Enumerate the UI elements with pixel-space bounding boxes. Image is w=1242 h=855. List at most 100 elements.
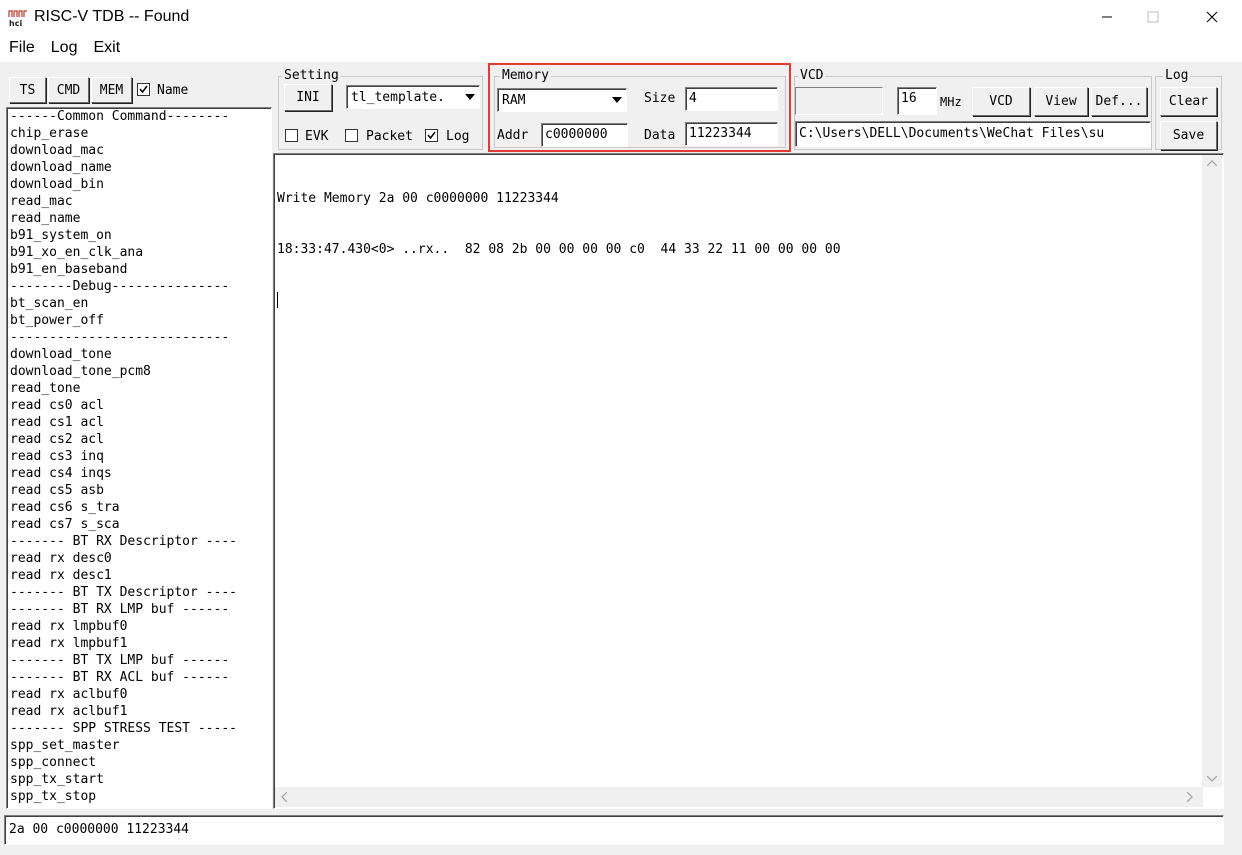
clear-button[interactable]: Clear xyxy=(1160,87,1217,116)
command-list-item[interactable]: read cs2 acl xyxy=(7,431,271,448)
tab-mem[interactable]: MEM xyxy=(91,77,132,103)
log-line: 18:33:47.430<0> ..rx.. 82 08 2b 00 00 00… xyxy=(277,242,841,257)
log-checkbox-label: Log xyxy=(446,129,470,144)
command-list-item[interactable]: b91_en_baseband xyxy=(7,261,271,278)
command-list-item[interactable]: download_tone_pcm8 xyxy=(7,363,271,380)
chevron-down-icon[interactable] xyxy=(1207,776,1217,782)
command-list-item[interactable]: read rx desc0 xyxy=(7,550,271,567)
command-list-item[interactable]: b91_system_on xyxy=(7,227,271,244)
command-list-item[interactable]: ------- BT RX LMP buf ------ xyxy=(7,601,271,618)
ini-button[interactable]: INI xyxy=(284,84,332,111)
command-list-item[interactable]: --------Debug--------------- xyxy=(7,278,271,295)
freq-input[interactable]: 16 xyxy=(897,87,937,115)
save-button[interactable]: Save xyxy=(1160,121,1217,150)
memory-type-dropdown-button[interactable] xyxy=(608,90,625,109)
log-group-label: Log xyxy=(1163,68,1191,83)
maximize-icon xyxy=(1147,11,1159,23)
size-label: Size xyxy=(644,91,676,106)
checkmark-icon xyxy=(427,131,436,140)
command-list-item[interactable]: read_tone xyxy=(7,380,271,397)
menu-bar: File Log Exit xyxy=(0,34,1242,62)
close-button[interactable] xyxy=(1189,0,1235,34)
command-list-item[interactable]: ------Common Command-------- xyxy=(7,108,271,125)
command-list-item[interactable]: chip_erase xyxy=(7,125,271,142)
command-list-item[interactable]: read rx lmpbuf1 xyxy=(7,635,271,652)
chevron-down-icon xyxy=(464,93,475,100)
menu-log[interactable]: Log xyxy=(51,39,78,57)
command-input[interactable]: 2a 00 c0000000 11223344 xyxy=(4,815,1224,845)
command-list-item[interactable]: bt_scan_en xyxy=(7,295,271,312)
command-list-item[interactable]: read rx aclbuf1 xyxy=(7,703,271,720)
name-checkbox-label: Name xyxy=(157,83,189,98)
command-list-item[interactable]: read cs0 acl xyxy=(7,397,271,414)
memory-type-select[interactable]: RAM xyxy=(497,88,627,112)
addr-input[interactable]: c0000000 xyxy=(541,123,628,147)
menu-exit[interactable]: Exit xyxy=(93,39,120,57)
command-list-item[interactable]: read_name xyxy=(7,210,271,227)
vcd-group-label: VCD xyxy=(798,68,826,83)
command-list-item[interactable]: bt_power_off xyxy=(7,312,271,329)
evk-checkbox-label: EVK xyxy=(305,129,329,144)
command-list-item[interactable]: read cs1 acl xyxy=(7,414,271,431)
view-button[interactable]: View xyxy=(1034,87,1088,116)
packet-checkbox-label: Packet xyxy=(366,129,413,144)
minimize-button[interactable] xyxy=(1084,0,1130,34)
template-dropdown-button[interactable] xyxy=(461,87,478,106)
vertical-scrollbar[interactable] xyxy=(1202,155,1222,787)
svg-text:hci: hci xyxy=(9,19,22,27)
log-text: Write Memory 2a 00 c0000000 11223344 18:… xyxy=(277,156,841,342)
maximize-button[interactable] xyxy=(1130,0,1176,34)
vcd-button[interactable]: VCD xyxy=(972,87,1030,116)
command-list-item[interactable]: read cs7 s_sca xyxy=(7,516,271,533)
command-list-item[interactable]: read cs3 inq xyxy=(7,448,271,465)
command-list-item[interactable]: ------- BT RX ACL buf ------ xyxy=(7,669,271,686)
vcd-path-input[interactable]: C:\Users\DELL\Documents\WeChat Files\su xyxy=(795,121,1151,147)
packet-checkbox[interactable] xyxy=(345,129,358,142)
chevron-up-icon[interactable] xyxy=(1207,160,1217,166)
window-title: RISC-V TDB -- Found xyxy=(34,8,190,25)
command-list-item[interactable]: read rx desc1 xyxy=(7,567,271,584)
command-list[interactable]: ------Common Command-------- chip_erase do… xyxy=(6,107,272,809)
size-input[interactable]: 4 xyxy=(685,87,778,111)
template-select-value: tl_template. xyxy=(351,90,445,105)
command-list-item[interactable]: read_mac xyxy=(7,193,271,210)
setting-group-label: Setting xyxy=(282,68,341,83)
data-input[interactable]: 11223344 xyxy=(685,122,778,146)
horizontal-scrollbar[interactable] xyxy=(275,787,1203,807)
command-list-item[interactable]: ---------------------------- xyxy=(7,329,271,346)
evk-checkbox[interactable] xyxy=(285,129,298,142)
chevron-left-icon[interactable] xyxy=(281,792,287,802)
command-list-item[interactable]: spp_connect xyxy=(7,754,271,771)
tab-cmd[interactable]: CMD xyxy=(48,77,89,103)
log-checkbox[interactable] xyxy=(425,129,438,142)
command-list-item[interactable]: read rx lmpbuf0 xyxy=(7,618,271,635)
data-label: Data xyxy=(644,128,676,143)
command-list-item[interactable]: read cs5 asb xyxy=(7,482,271,499)
name-checkbox[interactable] xyxy=(137,83,150,96)
command-list-item[interactable]: b91_xo_en_clk_ana xyxy=(7,244,271,261)
command-list-item[interactable]: spp_tx_stop xyxy=(7,788,271,805)
def-button[interactable]: Def... xyxy=(1091,87,1147,116)
command-list-item[interactable]: read rx aclbuf0 xyxy=(7,686,271,703)
command-list-item[interactable]: download_mac xyxy=(7,142,271,159)
command-list-item[interactable]: download_name xyxy=(7,159,271,176)
command-list-item[interactable]: spp_tx_start xyxy=(7,771,271,788)
memory-type-value: RAM xyxy=(502,93,526,108)
log-output[interactable]: Write Memory 2a 00 c0000000 11223344 18:… xyxy=(273,153,1224,809)
command-list-item[interactable]: download_tone xyxy=(7,346,271,363)
chevron-right-icon[interactable] xyxy=(1187,792,1193,802)
command-list-item[interactable]: download_bin xyxy=(7,176,271,193)
command-list-item[interactable]: ------- BT TX LMP buf ------ xyxy=(7,652,271,669)
command-list-item[interactable]: spp_set_master xyxy=(7,737,271,754)
command-list-item[interactable]: ------- SPP STRESS TEST ----- xyxy=(7,720,271,737)
command-list-item[interactable]: read cs4 inqs xyxy=(7,465,271,482)
title-bar: hci RISC-V TDB -- Found xyxy=(0,0,1242,34)
command-list-item[interactable]: read cs6 s_tra xyxy=(7,499,271,516)
close-icon xyxy=(1206,11,1218,23)
menu-file[interactable]: File xyxy=(9,39,35,57)
command-list-item[interactable]: ------- BT RX Descriptor ---- xyxy=(7,533,271,550)
command-list-item[interactable]: ------- BT TX Descriptor ---- xyxy=(7,584,271,601)
chevron-down-icon xyxy=(611,96,622,103)
template-select[interactable]: tl_template. xyxy=(346,85,480,109)
tab-ts[interactable]: TS xyxy=(9,77,46,103)
